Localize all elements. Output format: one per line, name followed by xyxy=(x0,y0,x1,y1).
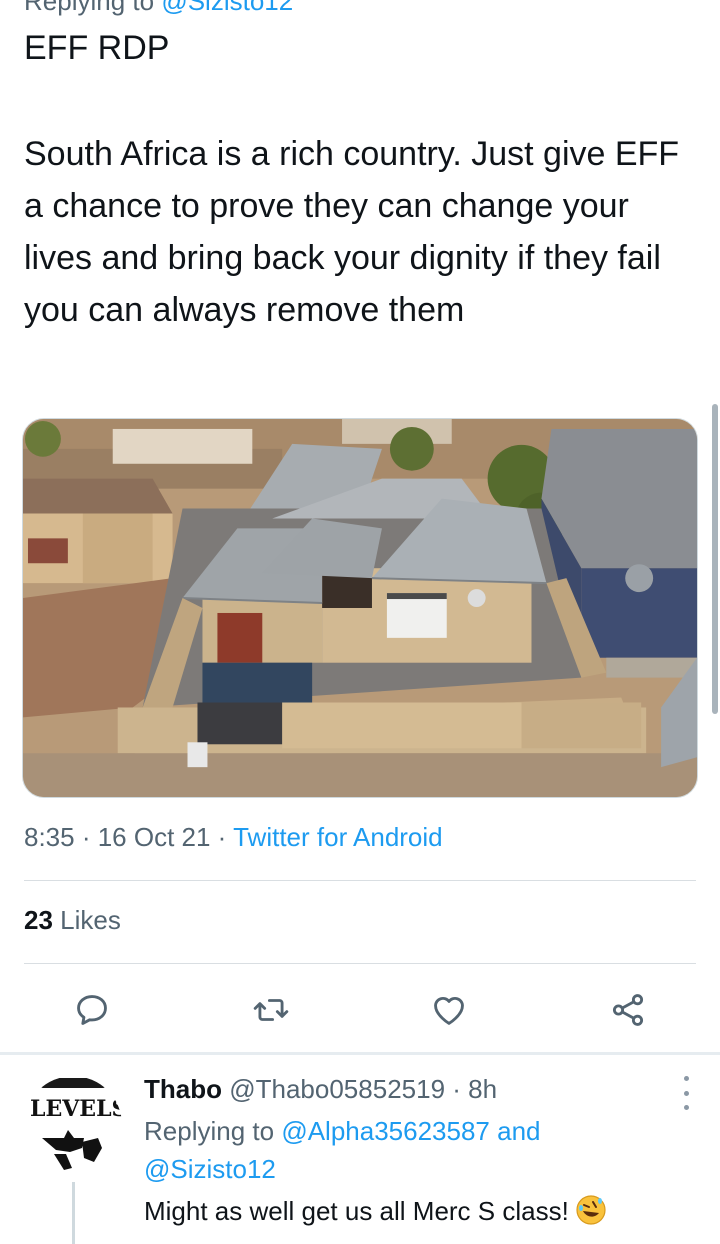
tweet-source-link[interactable]: Twitter for Android xyxy=(233,822,443,852)
divider xyxy=(24,880,696,881)
tweet-body-text: South Africa is a rich country. Just giv… xyxy=(24,135,680,329)
reply-author-name[interactable]: Thabo xyxy=(144,1074,222,1104)
likes-label: Likes xyxy=(52,905,121,935)
like-button[interactable] xyxy=(397,988,501,1032)
avatar-text: LEVELS xyxy=(30,1096,122,1122)
share-button[interactable] xyxy=(576,988,680,1032)
replying-to-label: Replying to xyxy=(24,0,162,16)
reply-time: 8h xyxy=(468,1074,498,1104)
tweet-time: 8:35 xyxy=(24,822,75,852)
house-aerial-photo xyxy=(23,419,697,797)
replying-to-handle-link[interactable]: @Sizisto12 xyxy=(144,1154,276,1184)
thread-line xyxy=(72,1182,75,1244)
reply-button[interactable] xyxy=(40,988,144,1032)
divider xyxy=(24,963,696,964)
levels-logo-avatar: LEVELS xyxy=(24,1076,122,1174)
retweet-icon xyxy=(253,999,288,1021)
replying-to-handle-link[interactable]: @Sizisto12 xyxy=(161,0,293,16)
replying-to-label: Replying to xyxy=(144,1116,282,1146)
retweet-button[interactable] xyxy=(219,988,323,1032)
meta-separator: · xyxy=(74,822,98,852)
share-icon xyxy=(612,994,644,1026)
tweet-title: EFF RDP xyxy=(24,29,170,67)
meta-separator: · xyxy=(210,822,234,852)
likes-count: 23 xyxy=(24,905,53,935)
heart-icon xyxy=(434,997,465,1025)
reply-replying-to: Replying to @Alpha35623587 and @Sizisto12 xyxy=(144,1112,664,1188)
rolling-on-floor-laughing-icon xyxy=(576,1195,606,1225)
more-options-icon[interactable] xyxy=(680,1076,692,1110)
reply-separator: · xyxy=(445,1074,469,1104)
reply-text: Might as well get us all Merc S class! xyxy=(144,1194,607,1227)
reply-tweet[interactable]: LEVELS Thabo @Thabo05852519 · 8h Replyin… xyxy=(0,1056,720,1244)
replying-to-header: Replying to @Sizisto12 xyxy=(24,0,293,17)
speech-bubble-icon xyxy=(77,995,107,1025)
tweet-action-bar xyxy=(40,988,680,1032)
section-separator xyxy=(0,1052,720,1055)
avatar[interactable]: LEVELS xyxy=(24,1076,122,1174)
likes-stat[interactable]: 23 Likes xyxy=(24,905,121,936)
reply-text-body: Might as well get us all Merc S class! xyxy=(144,1196,569,1226)
tweet-date: 16 Oct 21 xyxy=(97,822,211,852)
replying-to-and[interactable]: and xyxy=(490,1116,540,1146)
tweet-photo[interactable] xyxy=(22,418,698,798)
replying-to-handle-link[interactable]: @Alpha35623587 xyxy=(281,1116,490,1146)
scrollbar[interactable] xyxy=(712,404,718,714)
reply-author-handle[interactable]: @Thabo05852519 xyxy=(229,1074,445,1104)
tweet-meta: 8:35 · 16 Oct 21 · Twitter for Android xyxy=(24,822,443,853)
reply-header: Thabo @Thabo05852519 · 8h xyxy=(144,1074,497,1105)
